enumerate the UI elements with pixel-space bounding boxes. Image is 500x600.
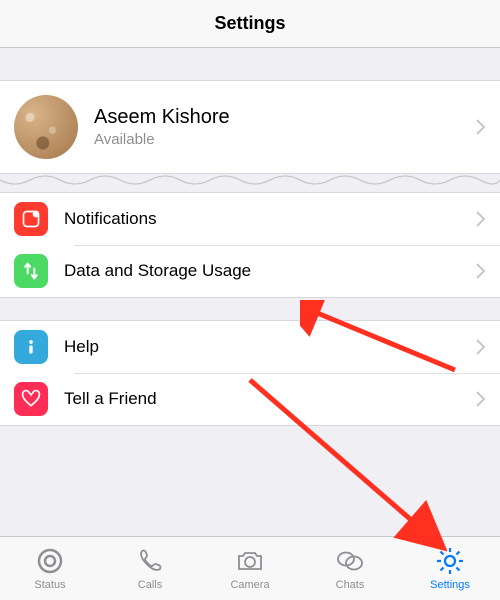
profile-row[interactable]: Aseem Kishore Available	[0, 81, 500, 173]
tab-label: Status	[34, 579, 65, 591]
profile-section: Aseem Kishore Available	[0, 80, 500, 174]
tab-settings[interactable]: Settings	[400, 546, 500, 591]
row-label: Data and Storage Usage	[64, 261, 476, 281]
tab-status[interactable]: Status	[0, 546, 100, 591]
settings-icon	[435, 546, 465, 576]
tell-friend-icon	[14, 382, 48, 416]
row-notifications[interactable]: Notifications	[0, 193, 500, 245]
tab-label: Camera	[230, 579, 269, 591]
chevron-right-icon	[476, 119, 486, 135]
row-label: Notifications	[64, 209, 476, 229]
profile-status: Available	[94, 131, 476, 148]
row-tell-friend[interactable]: Tell a Friend	[0, 373, 500, 425]
data-usage-icon	[14, 254, 48, 288]
chevron-right-icon	[476, 211, 486, 227]
tab-label: Chats	[336, 579, 365, 591]
row-data-storage[interactable]: Data and Storage Usage	[0, 245, 500, 297]
avatar	[14, 95, 78, 159]
settings-group-1: Notifications Data and Storage Usage	[0, 192, 500, 298]
tab-chats[interactable]: Chats	[300, 546, 400, 591]
page-title: Settings	[214, 13, 285, 34]
tab-label: Settings	[430, 579, 470, 591]
profile-name: Aseem Kishore	[94, 106, 476, 129]
torn-divider	[0, 174, 500, 192]
header-bar: Settings	[0, 0, 500, 48]
calls-icon	[135, 546, 165, 576]
notifications-icon	[14, 202, 48, 236]
tab-camera[interactable]: Camera	[200, 546, 300, 591]
tab-label: Calls	[138, 579, 162, 591]
row-help[interactable]: Help	[0, 321, 500, 373]
tab-calls[interactable]: Calls	[100, 546, 200, 591]
settings-group-2: Help Tell a Friend	[0, 320, 500, 426]
help-icon	[14, 330, 48, 364]
row-label: Tell a Friend	[64, 389, 476, 409]
chevron-right-icon	[476, 339, 486, 355]
tab-bar: Status Calls Camera Chats Settings	[0, 536, 500, 600]
row-label: Help	[64, 337, 476, 357]
profile-text: Aseem Kishore Available	[94, 106, 476, 148]
camera-icon	[235, 546, 265, 576]
chevron-right-icon	[476, 263, 486, 279]
chevron-right-icon	[476, 391, 486, 407]
settings-content: Aseem Kishore Available Notifications	[0, 48, 500, 536]
chats-icon	[335, 546, 365, 576]
status-icon	[35, 546, 65, 576]
